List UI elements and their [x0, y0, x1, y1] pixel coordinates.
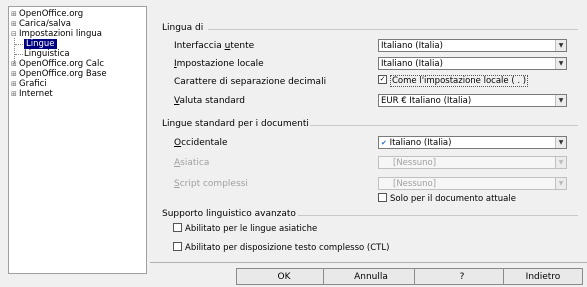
section-divider: [208, 29, 578, 30]
checkbox-unchecked-icon[interactable]: [173, 242, 182, 251]
spellcheck-icon: ✔: [381, 139, 387, 147]
lingue-asiatiche-checkbox[interactable]: Abilitato per le lingue asiatiche: [173, 223, 317, 234]
script-complessi-select: [Nessuno] ▼: [378, 177, 567, 190]
interfaccia-utente-select[interactable]: Italiano (Italia) ▼: [378, 39, 567, 52]
occidentale-select[interactable]: ✔ Italiano (Italia) ▼: [378, 136, 567, 149]
section-supporto-title: Supporto linguistico avanzato: [162, 209, 296, 219]
checkbox-unchecked-icon[interactable]: [378, 193, 387, 202]
options-tree[interactable]: ⊞ OpenOffice.org ⊞ Carica/salva ⊟ Impostazi…: [8, 6, 147, 274]
section-lingue-standard-title: Lingue standard per i documenti: [162, 119, 309, 129]
section-lingua-di-title: Lingua di: [162, 23, 204, 33]
dropdown-arrow-icon[interactable]: ▼: [555, 137, 566, 148]
dropdown-arrow-icon[interactable]: ▼: [555, 58, 566, 69]
tree-item-internet[interactable]: ⊞ Internet: [11, 89, 53, 100]
expand-icon[interactable]: ⊞: [11, 89, 19, 100]
options-dialog: ⊞ OpenOffice.org ⊞ Carica/salva ⊟ Impostazi…: [0, 0, 587, 287]
help-button[interactable]: ?: [414, 268, 510, 285]
asiatica-label: Asiatica: [174, 158, 210, 168]
dropdown-arrow-icon: ▼: [555, 178, 566, 189]
interfaccia-utente-label: Interfaccia utente: [174, 41, 255, 51]
ok-button[interactable]: OK: [236, 268, 332, 285]
section-divider: [310, 125, 578, 126]
valuta-standard-select[interactable]: EUR € Italiano (Italia) ▼: [378, 94, 567, 107]
asiatica-select: [Nessuno] ▼: [378, 156, 567, 169]
tree-connector: [15, 44, 23, 45]
dropdown-arrow-icon[interactable]: ▼: [555, 40, 566, 51]
valuta-standard-label: Valuta standard: [174, 96, 246, 106]
separatore-decimali-label: Carattere di separazione decimali: [174, 77, 327, 87]
dropdown-arrow-icon: ▼: [555, 157, 566, 168]
tree-connector: [15, 54, 23, 55]
solo-documento-attuale-checkbox[interactable]: Solo per il documento attuale: [378, 193, 516, 204]
collapse-icon[interactable]: ⊟: [11, 29, 19, 40]
impostazione-locale-label: Impostazione locale: [174, 59, 264, 69]
script-complessi-label: Script complessi: [174, 179, 248, 189]
annulla-button[interactable]: Annulla: [323, 268, 419, 285]
indietro-button[interactable]: Indietro: [503, 268, 583, 285]
checkbox-checked-icon[interactable]: ✓: [378, 75, 387, 84]
lingue-panel: Lingua di Interfaccia utente Italiano (I…: [150, 8, 582, 262]
occidentale-label: Occidentale: [174, 138, 228, 148]
ctl-checkbox[interactable]: Abilitato per disposizione testo comples…: [173, 242, 389, 253]
checkbox-unchecked-icon[interactable]: [173, 223, 182, 232]
dropdown-arrow-icon[interactable]: ▼: [555, 95, 566, 106]
section-divider: [298, 215, 578, 216]
come-impostazione-locale-checkbox[interactable]: ✓ Come l'impostazione locale ( . ): [378, 75, 529, 87]
impostazione-locale-select[interactable]: Italiano (Italia) ▼: [378, 57, 567, 70]
button-bar-divider: [150, 262, 587, 263]
